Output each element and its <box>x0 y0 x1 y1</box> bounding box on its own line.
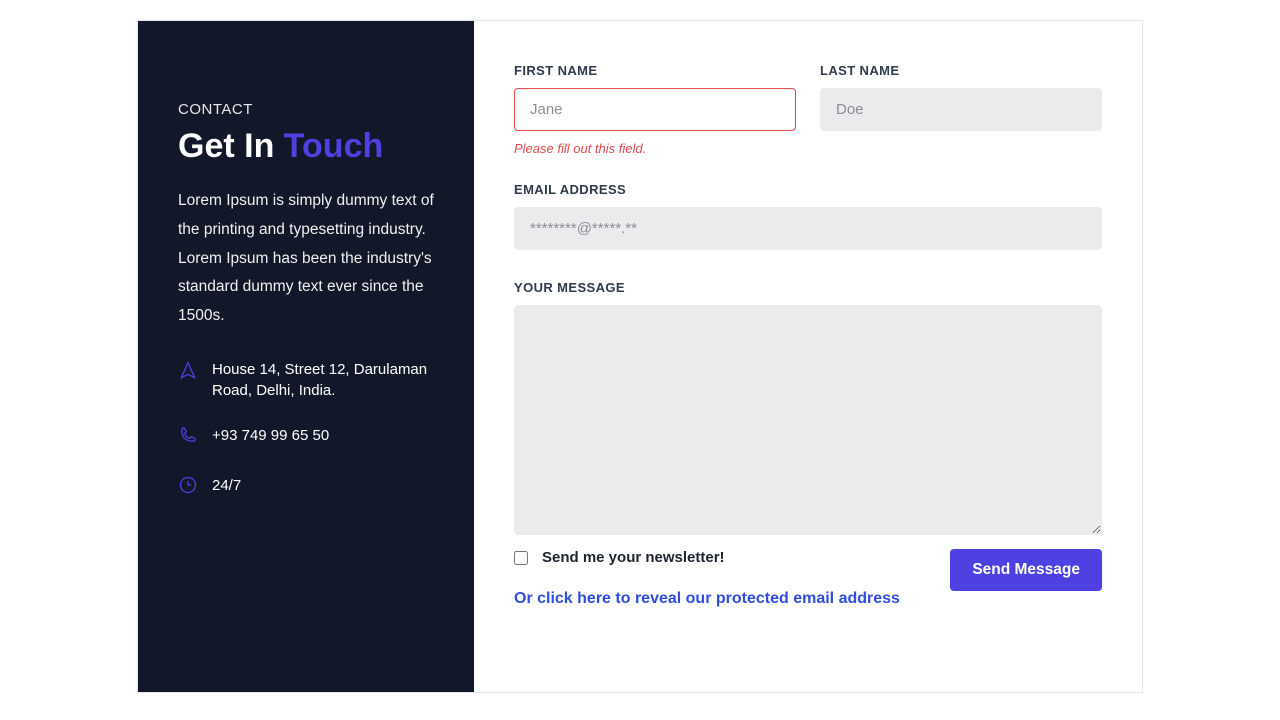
phone-text: +93 749 99 65 50 <box>212 423 434 446</box>
email-input[interactable] <box>514 207 1102 250</box>
heading: Get In Touch <box>178 128 434 165</box>
hours-text: 24/7 <box>212 473 434 496</box>
heading-part1: Get In <box>178 127 284 165</box>
email-label: EMAIL ADDRESS <box>514 182 1102 197</box>
first-name-field-group: FIRST NAME Please fill out this field. <box>514 63 796 156</box>
newsletter-label: Send me your newsletter! <box>542 549 725 566</box>
message-textarea[interactable] <box>514 305 1102 535</box>
newsletter-block: Send me your newsletter! Or click here t… <box>514 549 900 608</box>
first-name-input[interactable] <box>514 88 796 131</box>
address-text: House 14, Street 12, Darulaman Road, Del… <box>212 359 434 401</box>
eyebrow: CONTACT <box>178 101 434 118</box>
last-name-input[interactable] <box>820 88 1102 131</box>
last-name-field-group: LAST NAME <box>820 63 1102 156</box>
description: Lorem Ipsum is simply dummy text of the … <box>178 187 434 330</box>
contact-sidebar: CONTACT Get In Touch Lorem Ipsum is simp… <box>138 21 474 692</box>
contact-card: CONTACT Get In Touch Lorem Ipsum is simp… <box>137 20 1143 693</box>
reveal-email-link[interactable]: Or click here to reveal our protected em… <box>514 590 900 608</box>
newsletter-checkbox[interactable] <box>514 551 528 565</box>
first-name-error: Please fill out this field. <box>514 141 796 156</box>
phone-icon <box>178 425 198 451</box>
first-name-label: FIRST NAME <box>514 63 796 78</box>
hours-row: 24/7 <box>178 473 434 501</box>
clock-icon <box>178 475 198 501</box>
message-field-group: YOUR MESSAGE <box>514 280 1102 535</box>
message-label: YOUR MESSAGE <box>514 280 1102 295</box>
contact-form: FIRST NAME Please fill out this field. L… <box>474 21 1142 692</box>
address-row: House 14, Street 12, Darulaman Road, Del… <box>178 359 434 401</box>
location-icon <box>178 361 198 387</box>
last-name-label: LAST NAME <box>820 63 1102 78</box>
phone-row: +93 749 99 65 50 <box>178 423 434 451</box>
email-field-group: EMAIL ADDRESS <box>514 182 1102 250</box>
send-message-button[interactable]: Send Message <box>950 549 1102 591</box>
heading-accent: Touch <box>284 127 383 165</box>
